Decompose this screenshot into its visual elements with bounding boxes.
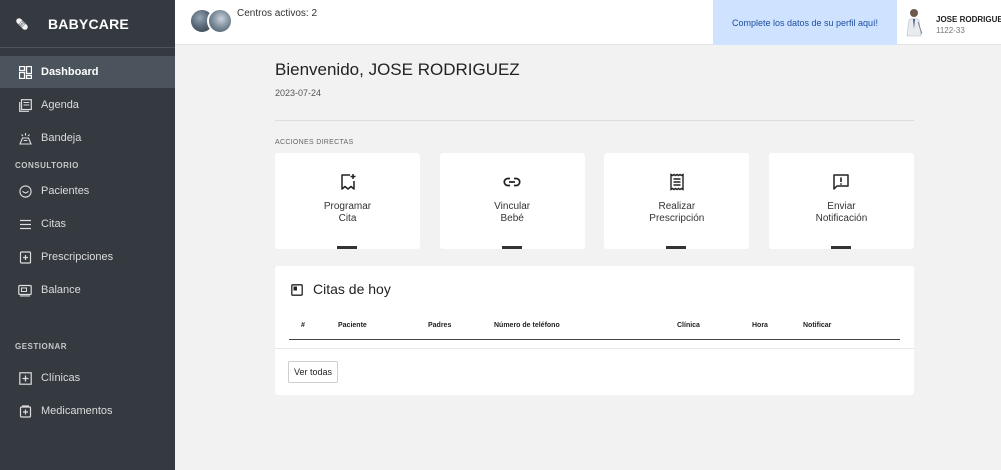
divider [275,120,914,121]
direct-actions: Programar Cita Vincular Bebé Realizar Pr… [275,153,914,249]
column-header: Clínica [677,321,700,329]
action-indicator [501,246,522,249]
sidebar-item-citas[interactable]: Citas [0,208,175,240]
section-header-consultorio: CONSULTORIO [15,160,79,170]
sidebar-item-label: Dashboard [41,66,99,78]
sidebar-item-label: Balance [41,284,81,296]
user-name: JOSE RODRIGUEZ [936,15,1001,24]
sidebar-item-label: Clínicas [41,372,81,384]
brand-name: BABYCARE [48,15,129,32]
column-header: Notificar [803,321,832,329]
column-header: Número de teléfono [494,321,560,329]
action-indicator [337,246,357,249]
face-icon [18,184,32,198]
send-notification-button[interactable]: Enviar Notificación [768,153,914,249]
column-header: Padres [428,321,452,329]
prescription-icon [18,250,32,264]
active-centers[interactable]: Centros activos: 2 [189,6,317,36]
section-header-gestionar: GESTIONAR [15,341,68,351]
sidebar-item-balance[interactable]: Balance [0,274,175,306]
column-header: Hora [752,321,768,329]
inbox-icon [18,131,32,145]
sidebar-item-label: Bandeja [41,132,82,144]
center-avatar [207,8,233,34]
action-indicator [666,246,687,249]
link-icon [503,173,521,191]
user-avatar[interactable] [904,7,924,37]
action-label: Programar Cita [323,201,372,224]
calendar-icon [18,98,32,112]
action-indicator [830,246,851,249]
direct-actions-label: ACCIONES DIRECTAS [275,139,354,146]
sidebar-item-agenda[interactable]: Agenda [0,89,175,121]
column-header: # [301,321,305,329]
wallet-icon [18,283,32,297]
sidebar-item-label: Medicamentos [41,405,113,417]
bandage-icon [14,16,30,32]
sidebar-item-bandeja[interactable]: Bandeja [0,122,175,154]
link-baby-button[interactable]: Vincular Bebé [439,153,585,249]
topbar: Centros activos: 2 Complete los datos de… [175,0,1001,45]
card-header: Citas de hoy [275,266,914,312]
list-icon [18,217,32,231]
sidebar: BABYCARE Dashboard Agenda Bandeja CONSUL… [0,0,175,470]
page-title: Bienvenido, JOSE RODRIGUEZ [275,60,520,79]
sidebar-item-label: Pacientes [41,185,90,197]
dashboard-icon [18,65,32,79]
sidebar-item-label: Prescripciones [41,251,114,263]
alert-message-icon [832,173,850,191]
medicine-icon [18,404,32,418]
view-all-button[interactable]: Ver todas [288,361,339,383]
sidebar-item-pacientes[interactable]: Pacientes [0,175,175,207]
action-label: Enviar Notificación [815,201,868,224]
appointments-table: # Paciente Padres Número de teléfono Clí… [289,312,900,340]
plus-box-icon [18,371,32,385]
sidebar-item-prescripciones[interactable]: Prescripciones [0,241,175,273]
table-header: # Paciente Padres Número de teléfono Clí… [289,312,900,340]
schedule-appointment-button[interactable]: Programar Cita [275,153,420,249]
main-content: Bienvenido, JOSE RODRIGUEZ 2023-07-24 AC… [275,60,914,395]
sidebar-item-medicamentos[interactable]: Medicamentos [0,395,175,427]
sidebar-item-clinicas[interactable]: Clínicas [0,362,175,394]
calendar-add-icon [339,173,357,191]
complete-profile-alert[interactable]: Complete los datos de su perfil aquí! [713,0,897,45]
center-avatars [189,6,237,36]
user-id: 1122-33 [936,26,965,35]
card-title: Citas de hoy [313,281,391,297]
current-date: 2023-07-24 [275,88,322,98]
active-centers-text: Centros activos: 2 [237,8,318,19]
receipt-icon [668,173,686,191]
sidebar-item-dashboard[interactable]: Dashboard [0,56,175,88]
write-prescription-button[interactable]: Realizar Prescripción [604,153,750,249]
brand[interactable]: BABYCARE [0,0,175,48]
card-footer: Ver todas [275,349,914,395]
sidebar-item-label: Agenda [41,99,79,111]
user-info[interactable]: JOSE RODRIGUEZ 1122-33 [936,15,1001,35]
action-label: Vincular Bebé [494,201,531,224]
action-label: Realizar Prescripción [649,201,705,224]
sidebar-item-label: Citas [41,218,67,230]
calendar-today-icon [291,283,303,296]
column-header: Paciente [338,321,367,329]
sidebar-nav: Dashboard Agenda Bandeja CONSULTORIO Pac… [0,48,175,427]
todays-appointments-card: Citas de hoy # Paciente Padres Número de… [275,266,914,395]
